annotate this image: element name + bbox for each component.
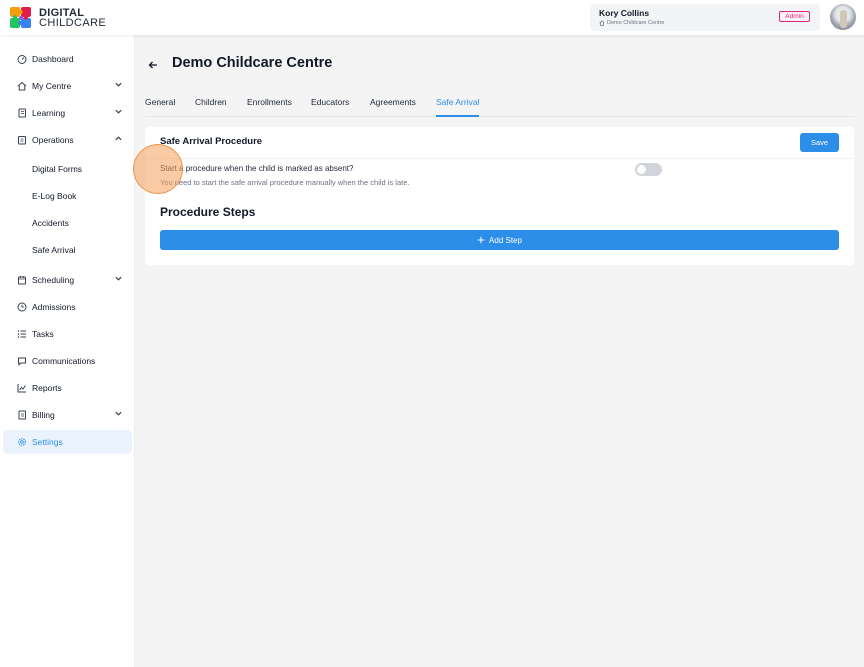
plus-icon bbox=[477, 236, 485, 244]
sidebar-item-settings[interactable]: Settings bbox=[3, 430, 132, 454]
absent-procedure-toggle[interactable] bbox=[635, 163, 662, 176]
sidebar-item-reports[interactable]: Reports bbox=[3, 376, 132, 400]
sidebar-item-label: Tasks bbox=[32, 329, 54, 339]
gear-icon bbox=[18, 438, 26, 446]
sidebar-item-learning[interactable]: Learning bbox=[3, 101, 132, 125]
dashboard-icon bbox=[17, 55, 27, 64]
chevron-down-icon bbox=[115, 411, 122, 416]
sidebar-item-scheduling[interactable]: Scheduling bbox=[3, 268, 132, 292]
chevron-down-icon bbox=[115, 109, 122, 114]
tab-general[interactable]: General bbox=[145, 97, 175, 117]
sidebar-item-label: My Centre bbox=[32, 81, 72, 91]
sidebar-item-digital-forms[interactable]: Digital Forms bbox=[3, 157, 132, 181]
page-title: Demo Childcare Centre bbox=[172, 55, 333, 71]
sidebar-item-operations[interactable]: Operations bbox=[3, 128, 132, 152]
tab-enrollments[interactable]: Enrollments bbox=[247, 97, 292, 117]
brand-line-2: CHILDCARE bbox=[39, 17, 107, 29]
chat-icon bbox=[18, 357, 26, 366]
card-title: Safe Arrival Procedure bbox=[160, 136, 263, 147]
sidebar-item-label: Reports bbox=[32, 383, 62, 393]
book-icon bbox=[18, 108, 26, 118]
avatar[interactable] bbox=[830, 4, 856, 30]
chevron-down-icon bbox=[115, 276, 122, 281]
sidebar-item-label: Operations bbox=[32, 135, 74, 145]
sidebar-item-label: Accidents bbox=[32, 218, 69, 228]
chart-icon bbox=[17, 384, 26, 393]
sidebar-item-label: Admissions bbox=[32, 302, 76, 312]
puzzle-logo-icon bbox=[10, 7, 31, 28]
sidebar-item-dashboard[interactable]: Dashboard bbox=[3, 47, 132, 71]
sidebar: Dashboard My Centre Learning Operations … bbox=[0, 35, 135, 667]
chevron-up-icon bbox=[115, 136, 122, 141]
sidebar-item-my-centre[interactable]: My Centre bbox=[3, 74, 132, 98]
add-step-label: Add Step bbox=[489, 235, 522, 245]
user-name: Kory Collins bbox=[599, 8, 650, 18]
tab-agreements[interactable]: Agreements bbox=[370, 97, 416, 117]
sidebar-item-accidents[interactable]: Accidents bbox=[3, 211, 132, 235]
sidebar-item-label: Safe Arrival bbox=[32, 245, 76, 255]
sidebar-item-e-log-book[interactable]: E-Log Book bbox=[3, 184, 132, 208]
calendar-icon bbox=[18, 276, 26, 285]
sidebar-item-label: Communications bbox=[32, 356, 96, 366]
brand-logo[interactable]: DIGITAL CHILDCARE bbox=[7, 3, 106, 33]
save-button[interactable]: Save bbox=[800, 133, 839, 152]
tab-safe-arrival[interactable]: Safe Arrival bbox=[436, 97, 480, 117]
role-badge: Admin bbox=[779, 11, 810, 22]
absent-procedure-hint: You need to start the safe arrival proce… bbox=[160, 178, 410, 187]
absent-procedure-question: Start a procedure when the child is mark… bbox=[160, 164, 354, 173]
chevron-down-icon bbox=[115, 82, 122, 87]
sidebar-item-label: Learning bbox=[32, 108, 66, 118]
sidebar-item-communications[interactable]: Communications bbox=[3, 349, 132, 373]
sidebar-item-tasks[interactable]: Tasks bbox=[3, 322, 132, 346]
sidebar-item-admissions[interactable]: Admissions bbox=[3, 295, 132, 319]
back-arrow-icon[interactable] bbox=[146, 58, 160, 72]
user-centre: Demo Childcare Centre bbox=[599, 20, 664, 26]
tab-bar: General Children Enrollments Educators A… bbox=[145, 96, 854, 117]
brand-name: DIGITAL CHILDCARE bbox=[39, 8, 107, 29]
safe-arrival-card: Safe Arrival Procedure Save Start a proc… bbox=[145, 127, 854, 265]
sidebar-item-label: Billing bbox=[32, 410, 55, 420]
top-header: DIGITAL CHILDCARE Kory Collins Demo Chil… bbox=[0, 0, 864, 35]
sidebar-item-label: Settings bbox=[32, 437, 63, 447]
sidebar-item-label: Digital Forms bbox=[32, 164, 83, 174]
sidebar-item-billing[interactable]: Billing bbox=[3, 403, 132, 427]
sidebar-item-label: Scheduling bbox=[32, 275, 75, 285]
home-small-icon bbox=[599, 20, 605, 26]
sidebar-item-label: Dashboard bbox=[32, 54, 74, 64]
clock-icon bbox=[17, 302, 27, 312]
divider bbox=[145, 158, 854, 159]
clipboard-icon bbox=[18, 136, 26, 145]
tab-children[interactable]: Children bbox=[195, 97, 227, 117]
sidebar-item-label: E-Log Book bbox=[32, 191, 77, 201]
tab-educators[interactable]: Educators bbox=[311, 97, 349, 117]
sidebar-item-safe-arrival[interactable]: Safe Arrival bbox=[3, 238, 132, 262]
receipt-icon bbox=[18, 410, 26, 420]
user-centre-label: Demo Childcare Centre bbox=[607, 20, 665, 26]
list-icon bbox=[17, 330, 26, 338]
add-step-button[interactable]: Add Step bbox=[160, 230, 839, 250]
user-menu[interactable]: Kory Collins Demo Childcare Centre Admin bbox=[590, 4, 820, 31]
home-icon bbox=[17, 81, 27, 91]
procedure-steps-heading: Procedure Steps bbox=[160, 205, 256, 219]
